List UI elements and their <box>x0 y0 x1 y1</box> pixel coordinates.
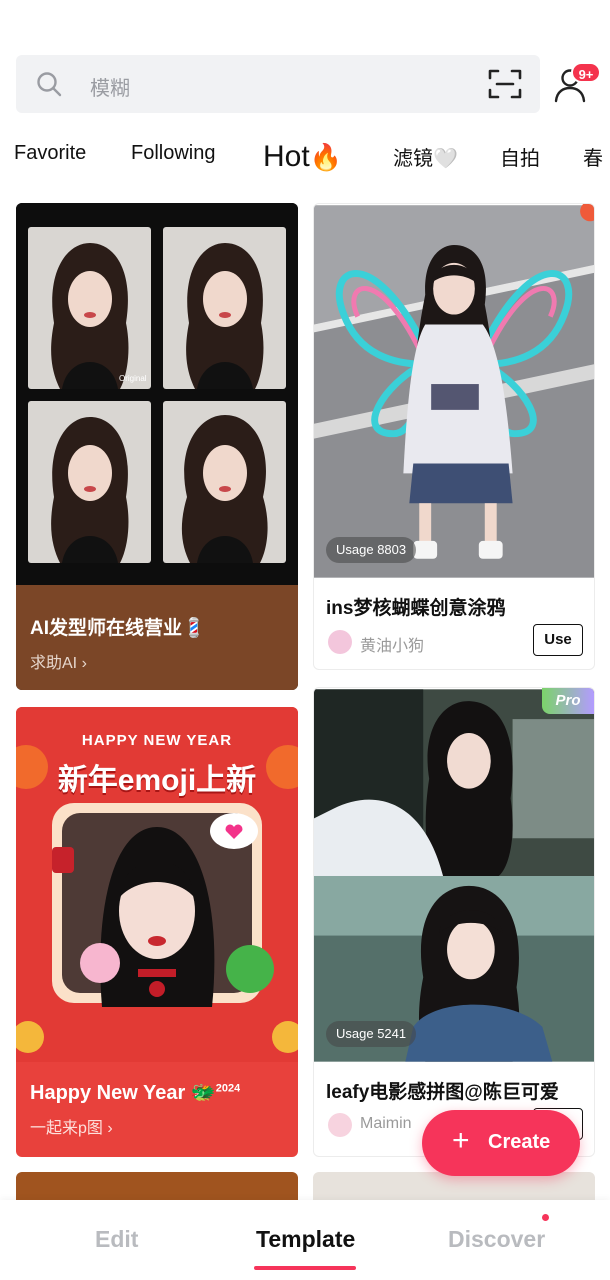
image-caption-original: Original <box>119 374 147 383</box>
chevron-right-icon: › <box>81 655 87 672</box>
search-input[interactable]: 模糊 <box>90 72 130 101</box>
poster-header: HAPPY NEW YEAR <box>81 732 233 749</box>
template-card-butterfly[interactable]: Usage 8803 ins梦核蝴蝶创意涂鸦 黄油小狗 Use <box>313 203 595 670</box>
tab-selfie[interactable]: 自拍 <box>500 142 540 171</box>
template-card-leafy[interactable]: Pro Usage 5241 leafy电影感拼图@陈巨可爱 Maimin Us… <box>313 687 595 1157</box>
author-name: Maimin <box>360 1115 412 1132</box>
create-label: Create <box>488 1131 551 1153</box>
nav-template[interactable]: Template <box>256 1226 355 1253</box>
white-heart-icon: 🤍 <box>433 148 458 170</box>
plus-icon: + <box>452 1124 470 1157</box>
author-name: 黄油小狗 <box>360 638 425 655</box>
card-title: AI发型师在线营业💈 <box>30 618 206 639</box>
card-subtitle: 一起来p图 › <box>30 1120 113 1137</box>
author-avatar <box>328 1113 352 1137</box>
card-title: Happy New Year 🐲2024 <box>30 1082 241 1104</box>
scan-icon[interactable] <box>488 68 522 100</box>
active-tab-indicator <box>254 1266 356 1270</box>
tab-following[interactable]: Following <box>131 142 215 165</box>
author-avatar <box>328 630 352 654</box>
use-button[interactable]: Use <box>533 624 583 656</box>
template-card-hair[interactable]: Original AI发型师在线营业💈 求助AI › <box>16 203 298 690</box>
card-title: ins梦核蝴蝶创意涂鸦 <box>326 598 506 619</box>
tab-filter[interactable]: 滤镜🤍 <box>393 142 458 171</box>
poster-headline: 新年emoji上新 <box>57 764 257 797</box>
tab-spring[interactable]: 春 <box>583 142 603 171</box>
notification-badge: 9+ <box>571 62 601 83</box>
usage-badge: Usage 5241 <box>326 1021 417 1047</box>
chevron-right-icon: › <box>107 1120 113 1137</box>
tab-hot[interactable]: Hot🔥 <box>263 140 342 174</box>
search-icon <box>37 72 62 97</box>
pro-badge: Pro <box>542 688 594 714</box>
leafy-photo-collage <box>314 689 594 1062</box>
nav-discover[interactable]: Discover <box>448 1226 545 1253</box>
create-button[interactable]: + Create <box>422 1110 580 1176</box>
template-card-newyear[interactable]: HAPPY NEW YEAR 新年emoji上新 Happy New Year … <box>16 707 298 1157</box>
butterfly-photo <box>314 204 594 578</box>
hair-photo-grid <box>16 203 298 585</box>
discover-notification-dot <box>542 1214 549 1221</box>
tab-favorite[interactable]: Favorite <box>14 142 86 165</box>
card-subtitle: 求助AI › <box>30 655 87 672</box>
fire-icon: 🔥 <box>309 142 343 172</box>
usage-badge: Usage 8803 <box>326 537 417 563</box>
card-title: leafy电影感拼图@陈巨可爱 <box>326 1082 559 1103</box>
bottom-nav: Edit Template Discover <box>0 1200 610 1280</box>
search-bar[interactable]: 模糊 <box>16 55 540 113</box>
nav-edit[interactable]: Edit <box>95 1226 138 1253</box>
